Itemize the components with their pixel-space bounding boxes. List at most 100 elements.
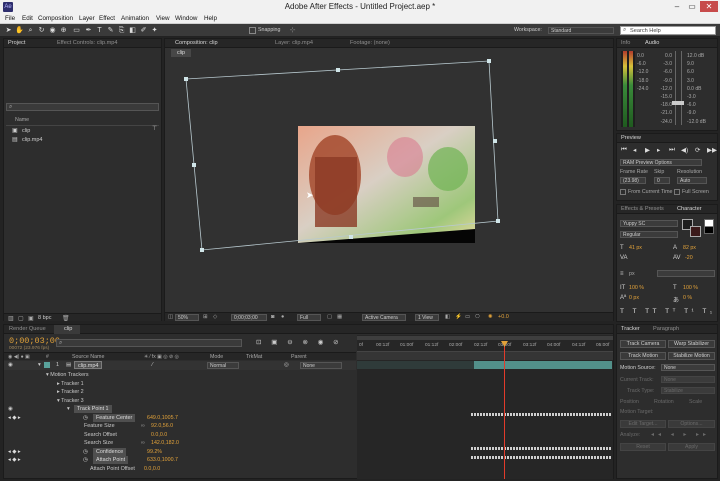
column-parent[interactable]: Parent xyxy=(291,354,307,360)
from-current-checkbox[interactable] xyxy=(620,189,626,195)
analyze-controls[interactable]: ◂◂ ◂ ▸ ▸▸ xyxy=(651,431,715,439)
toggle-pixel-icon[interactable]: ◧ xyxy=(445,314,450,320)
ram-preview-icon[interactable]: ▶▶ xyxy=(707,146,717,154)
interpret-footage-icon[interactable]: ▥ xyxy=(8,315,14,322)
tab-render-queue[interactable]: Render Queue xyxy=(9,326,46,334)
mask-visibility-icon[interactable]: ◇ xyxy=(213,314,217,320)
frame-rate-dropdown[interactable]: (23.98) xyxy=(620,177,646,184)
feature-size-row[interactable]: Feature Size ∞ 92.0,56.0 xyxy=(84,422,173,430)
tracking-value[interactable]: -20 xyxy=(685,255,693,261)
tab-effects-presets[interactable]: Effects & Presets xyxy=(621,206,664,214)
maximize-button[interactable]: ▭ xyxy=(685,1,699,12)
tab-paragraph[interactable]: Paragraph xyxy=(653,326,679,334)
next-frame-icon[interactable]: ▸ xyxy=(657,146,660,154)
transparency-grid-icon[interactable]: ▦ xyxy=(337,314,342,320)
feature-center-row[interactable]: ◂ ◆ ▸ ◷ Feature Center 649.0,1005.7 xyxy=(7,413,356,422)
leading-value[interactable]: 82 px xyxy=(683,245,696,251)
hand-tool-icon[interactable]: ✋ xyxy=(15,26,24,35)
track-motion-button[interactable]: Track Motion xyxy=(620,352,666,360)
feature-center-keyframes[interactable] xyxy=(471,413,612,416)
layer-name[interactable]: clip.mp4 xyxy=(74,361,103,369)
font-style-dropdown[interactable]: Regular xyxy=(620,231,678,238)
skip-dropdown[interactable]: 0 xyxy=(654,177,670,184)
roi-icon[interactable]: ▢ xyxy=(327,314,332,320)
pen-tool-icon[interactable]: ✒ xyxy=(84,26,93,35)
options-button[interactable]: Options... xyxy=(668,420,715,428)
close-button[interactable]: ✕ xyxy=(700,1,718,12)
column-mode[interactable]: Mode xyxy=(210,354,223,360)
attach-point-offset-row[interactable]: Attach Point Offset 0.0,0.0 xyxy=(90,465,160,473)
safe-margins-icon[interactable]: ⊞ xyxy=(203,314,208,320)
project-item-comp[interactable]: ▣ clip xyxy=(12,127,160,135)
track-type-dropdown[interactable]: Stabilize xyxy=(661,387,715,394)
rectangle-tool-icon[interactable]: ▭ xyxy=(72,26,81,35)
edit-target-button[interactable]: Edit Target... xyxy=(620,420,666,428)
stroke-width-unit[interactable]: px xyxy=(629,271,635,277)
minimize-button[interactable]: – xyxy=(670,1,684,12)
column-source-name[interactable]: Source Name xyxy=(72,354,104,360)
project-item-footage[interactable]: ▤ clip.mp4 xyxy=(12,136,160,144)
menu-edit[interactable]: Edit xyxy=(22,15,33,22)
previous-frame-icon[interactable]: ◂ xyxy=(633,146,636,154)
clone-stamp-tool-icon[interactable]: ⎘ xyxy=(117,26,126,35)
tab-clip[interactable]: clip xyxy=(64,326,72,334)
resolution-dropdown-preview[interactable]: Auto xyxy=(677,177,707,184)
snap-edges-icon[interactable]: ⊹ xyxy=(288,26,297,35)
last-frame-icon[interactable]: ⏭ xyxy=(669,146,675,154)
text-tool-icon[interactable]: T xyxy=(95,26,104,35)
layer-mode-dropdown[interactable]: Normal xyxy=(207,362,239,369)
warp-stabilizer-button[interactable]: Warp Stabilizer xyxy=(668,340,715,348)
channel-icon[interactable]: ● xyxy=(281,314,284,320)
attach-point-row[interactable]: ◂ ◆ ▸ ◷ Attach Point 633.0,1000.7 xyxy=(7,456,356,464)
roto-brush-tool-icon[interactable]: ✐ xyxy=(139,26,148,35)
search-size-row[interactable]: Search Size ∞ 142.0,182.0 xyxy=(84,439,179,447)
workspace-dropdown[interactable]: Standard xyxy=(548,27,614,34)
stroke-style-dropdown[interactable] xyxy=(657,270,715,277)
timeline-search-input[interactable]: ⌕ xyxy=(56,339,242,347)
ram-preview-options-dropdown[interactable]: RAM Preview Options xyxy=(620,159,702,166)
rotation-tool-icon[interactable]: ↻ xyxy=(37,26,46,35)
search-offset-row[interactable]: Search Offset 0.0,0.0 xyxy=(84,431,167,439)
track-point-row[interactable]: ◉ ▾ Track Point 1 xyxy=(7,405,356,413)
resolution-dropdown[interactable]: Full xyxy=(297,314,321,321)
volume-slider-right[interactable] xyxy=(681,51,682,125)
snapping-checkbox[interactable] xyxy=(249,27,256,34)
exposure-icon[interactable]: ✺ xyxy=(488,314,493,320)
menu-help[interactable]: Help xyxy=(204,15,217,22)
selection-tool-icon[interactable]: ➤ xyxy=(4,26,13,35)
flowchart-icon[interactable]: ⎔ xyxy=(475,314,480,320)
apply-button[interactable]: Apply xyxy=(668,443,715,451)
tab-preview[interactable]: Preview xyxy=(621,135,641,143)
menu-window[interactable]: Window xyxy=(175,15,197,22)
brush-tool-icon[interactable]: ✎ xyxy=(106,26,115,35)
confidence-keyframes[interactable] xyxy=(471,447,612,450)
menu-view[interactable]: View xyxy=(156,15,170,22)
reset-button[interactable]: Reset xyxy=(620,443,666,451)
first-frame-icon[interactable]: ⏮ xyxy=(621,146,627,154)
playhead-line[interactable] xyxy=(504,341,505,479)
track-camera-button[interactable]: Track Camera xyxy=(620,340,666,348)
eraser-tool-icon[interactable]: ◧ xyxy=(128,26,137,35)
view-layout-dropdown[interactable]: 1 View xyxy=(415,314,439,321)
motion-trackers-row[interactable]: ▾ Motion Trackers xyxy=(46,371,89,379)
menu-layer[interactable]: Layer xyxy=(79,15,95,22)
camera-tool-icon[interactable]: ◉ xyxy=(48,26,57,35)
quality-icon[interactable]: ⁄ xyxy=(152,362,153,368)
current-time-field[interactable]: 0;00;03;00 xyxy=(231,314,267,321)
time-graph[interactable]: 0f 00:12f 01:00f 01:12f 02:00f 02:12f 03… xyxy=(357,335,613,479)
confidence-row[interactable]: ◂ ◆ ▸ ◷ Confidence 99.2% xyxy=(7,447,356,456)
bit-depth-label[interactable]: 8 bpc xyxy=(38,315,51,321)
column-name[interactable]: Name xyxy=(15,117,29,123)
tab-character[interactable]: Character xyxy=(677,206,702,214)
faux-styles-row[interactable]: T T TT Tᵀ T¹ T₁ xyxy=(620,308,716,315)
play-icon[interactable]: ▶ xyxy=(645,146,650,154)
stabilize-motion-button[interactable]: Stabilize Motion xyxy=(668,352,715,360)
volume-slider-left[interactable] xyxy=(675,51,676,125)
tab-composition[interactable]: Composition: clip xyxy=(175,40,218,48)
label-color-swatch[interactable] xyxy=(44,362,50,368)
attach-point-keyframes[interactable] xyxy=(471,456,612,459)
pan-behind-tool-icon[interactable]: ⊕ xyxy=(59,26,68,35)
vertical-scale-value[interactable]: 100 % xyxy=(629,285,644,291)
layer-parent-dropdown[interactable]: None xyxy=(300,362,342,369)
font-family-dropdown[interactable]: Yuppy SC xyxy=(620,220,678,227)
